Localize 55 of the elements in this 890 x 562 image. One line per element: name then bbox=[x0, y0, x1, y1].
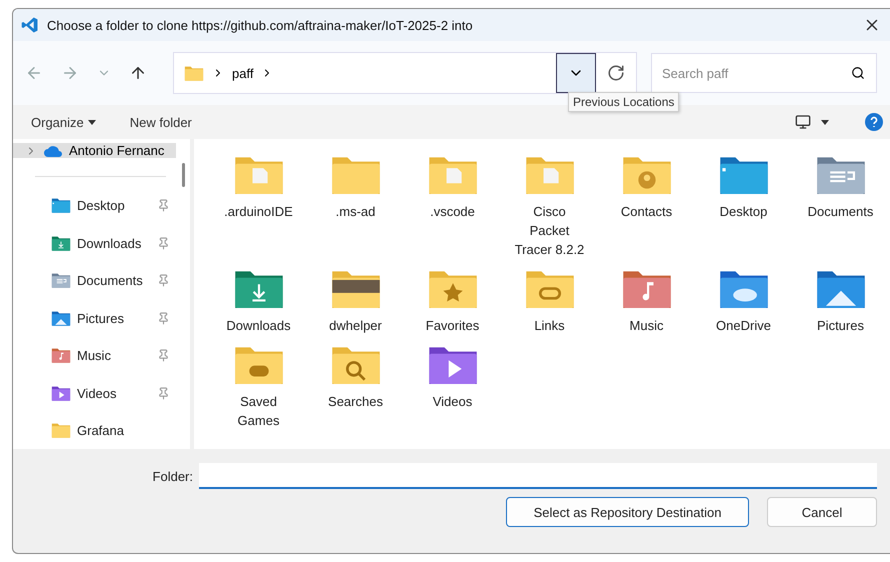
breadcrumb[interactable]: paff bbox=[232, 66, 254, 80]
code-editor-logo-icon bbox=[21, 16, 39, 34]
cancel-button[interactable]: Cancel bbox=[767, 497, 877, 527]
search-icon bbox=[851, 66, 865, 80]
refresh-icon bbox=[607, 64, 625, 82]
sidebar-item[interactable]: Videos bbox=[13, 374, 176, 412]
address-bar[interactable]: paff bbox=[173, 52, 637, 94]
folder-icon bbox=[51, 272, 71, 290]
folder-item[interactable]: Music bbox=[598, 267, 695, 336]
folder-item[interactable]: .vscode bbox=[404, 153, 501, 260]
folder-item[interactable]: .ms-ad bbox=[307, 153, 404, 260]
help-icon[interactable] bbox=[865, 113, 883, 131]
tooltip: Previous Locations bbox=[568, 92, 680, 112]
folder-item[interactable]: Desktop bbox=[695, 153, 792, 260]
folder-icon bbox=[184, 64, 204, 82]
folder-item[interactable]: Links bbox=[501, 267, 598, 336]
folder-item[interactable]: Saved Games bbox=[210, 343, 307, 430]
folder-item[interactable]: OneDrive bbox=[695, 267, 792, 336]
sidebar-item[interactable]: Antonio Fernanc bbox=[13, 143, 176, 158]
sidebar-item[interactable]: Documents bbox=[13, 262, 176, 300]
folder-item[interactable]: Searches bbox=[307, 343, 404, 430]
folder-input-field[interactable] bbox=[199, 463, 877, 489]
search-field[interactable]: Search paff bbox=[651, 53, 877, 93]
select-destination-button[interactable]: Select as Repository Destination bbox=[506, 497, 749, 527]
folder-item[interactable]: .arduinoIDE bbox=[210, 153, 307, 260]
caret-icon bbox=[821, 120, 829, 125]
sidebar-item[interactable]: Desktop bbox=[13, 187, 176, 224]
sidebar-item[interactable]: Downloads bbox=[13, 224, 176, 262]
folder-icon bbox=[51, 234, 71, 252]
folder-item[interactable]: Contacts bbox=[598, 153, 695, 260]
cloud-icon bbox=[43, 144, 63, 158]
previous-locations-button[interactable] bbox=[556, 53, 596, 93]
folder-item[interactable]: dwhelper bbox=[307, 267, 404, 336]
sidebar-item[interactable]: Pictures bbox=[13, 300, 176, 337]
folder-item[interactable]: Documents bbox=[792, 153, 889, 260]
organize-menu[interactable]: Organize bbox=[31, 114, 96, 130]
forward-arrow-icon bbox=[61, 64, 79, 82]
caret-icon bbox=[88, 120, 96, 124]
new-folder-button[interactable]: New folder bbox=[130, 114, 192, 130]
sidebar-item[interactable]: Music bbox=[13, 337, 176, 374]
monitor-icon bbox=[795, 114, 811, 130]
folder-item[interactable]: Cisco Packet Tracer 8.2.2 bbox=[501, 153, 598, 260]
folder-icon bbox=[51, 197, 71, 214]
folder-icon bbox=[51, 422, 71, 440]
folder-icon bbox=[51, 310, 71, 327]
window-title: Choose a folder to clone https://github.com/aftraina-maker/IoT-2025-2 into bbox=[47, 18, 474, 32]
folder-item[interactable]: Videos bbox=[404, 343, 501, 430]
folder-label: Folder: bbox=[152, 468, 193, 484]
folder-item[interactable]: Favorites bbox=[404, 267, 501, 336]
folder-item[interactable]: Pictures bbox=[792, 267, 889, 336]
sidebar-item[interactable]: Grafana bbox=[13, 412, 176, 449]
folder-item[interactable]: Downloads bbox=[210, 267, 307, 336]
folder-icon bbox=[51, 384, 71, 402]
folder-icon bbox=[51, 347, 71, 364]
scrollbar-thumb[interactable] bbox=[182, 163, 184, 187]
